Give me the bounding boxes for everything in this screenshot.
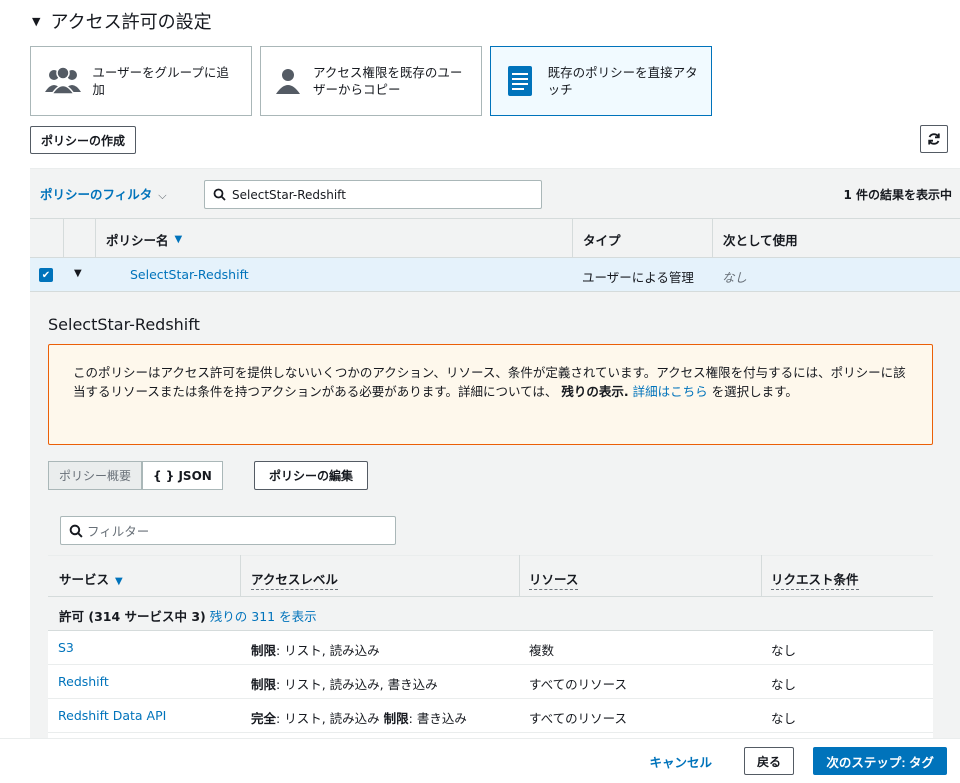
document-icon [503,61,538,101]
col-service[interactable]: サービス ▼ [59,569,123,588]
tab-policy-summary[interactable]: ポリシー概要 [48,461,143,490]
section-title: アクセス許可の設定 [50,12,212,33]
summary-header: サービス ▼ アクセスレベル リソース リクエスト条件 [48,555,933,597]
learn-more-link[interactable]: 詳細はこちら [633,384,708,399]
edit-policy-button[interactable]: ポリシーの編集 [254,461,369,490]
search-value: SelectStar-Redshift [232,187,346,202]
filter-label: ポリシーのフィルタ [40,187,153,202]
policy-detail-panel: SelectStar-Redshift このポリシーはアクセス許可を提供しないい… [30,292,960,738]
policy-filter-dropdown[interactable]: ポリシーのフィルタ ⌵ [40,184,167,203]
col-condition[interactable]: リクエスト条件 [771,569,859,590]
option-copy-permissions[interactable]: アクセス権限を既存のユーザーからコピー [260,46,482,116]
next-step-button[interactable]: 次のステップ: タグ [813,747,947,775]
option-attach-policies[interactable]: 既存のポリシーを直接アタッチ [490,46,712,116]
policy-used-as: なし [722,270,748,285]
policy-search-input[interactable]: SelectStar-Redshift [204,180,542,209]
access-level-bold: 完全 [251,711,277,726]
column-divider [761,555,762,597]
sort-down-icon: ▼ [174,233,183,245]
summary-toolbar: フィルター [48,505,933,555]
access-level-text: : 書き込み [408,711,467,726]
option-label: 既存のポリシーを直接アタッチ [547,65,698,97]
show-remaining-link[interactable]: 残りの 311 を表示 [210,609,317,624]
allowed-label: 許可 (314 サービス中 3) [59,609,206,624]
group-icon [43,61,82,101]
access-level-text: : リスト, 読み込み, 書き込み [276,677,438,692]
table-row: S3 制限: リスト, 読み込み 複数 なし [48,631,933,665]
col-label: サービス [59,572,110,587]
refresh-icon [928,133,940,145]
access-level: 制限: リスト, 読み込み, 書き込み [251,674,438,693]
col-label: 次として使用 [723,232,798,248]
access-level: 制限: リスト, 読み込み [251,640,380,659]
col-policy-name[interactable]: ポリシー名 ▼ [95,219,572,259]
policy-summary-table: フィルター サービス ▼ アクセスレベル リソース リクエスト条件 許可 (314… [48,505,933,738]
resource: すべてのリソース [529,711,628,726]
chevron-down-icon: ⌵ [158,189,167,202]
summary-filter-input[interactable]: フィルター [60,516,396,545]
row-checkbox[interactable]: ✔ [39,268,53,282]
condition: なし [771,711,797,726]
caret-down-icon: ▼ [32,14,41,28]
filter-bar: ポリシーのフィルタ ⌵ SelectStar-Redshift 1 件の結果を表示… [30,168,960,218]
refresh-button[interactable] [920,125,948,153]
policy-name-link[interactable]: SelectStar-Redshift [130,267,249,282]
condition: なし [771,643,797,658]
table-row: Redshift 制限: リスト, 読み込み, 書き込み すべてのリソース なし [48,665,933,699]
search-icon [69,524,83,538]
column-divider [240,555,241,597]
col-label: ポリシー名 [106,232,169,248]
allowed-group-row: 許可 (314 サービス中 3) 残りの 311 を表示 [48,597,933,631]
col-type[interactable]: タイプ [572,219,712,259]
tab-json[interactable]: { } JSON [142,461,223,490]
table-row[interactable]: ✔ ▼ SelectStar-Redshift ユーザーによる管理 なし [30,258,960,292]
access-level-bold: 制限 [251,677,277,692]
access-level-bold: 制限 [383,711,409,726]
permission-options: ユーザーをグループに追加 アクセス権限を既存のユーザーからコピー 既存のポリシー… [30,46,712,116]
option-label: アクセス権限を既存のユーザーからコピー [313,65,463,97]
search-icon [213,188,226,201]
col-access-level[interactable]: アクセスレベル [251,569,338,590]
create-policy-button[interactable]: ポリシーの作成 [30,126,137,154]
col-label: タイプ [583,232,621,248]
resource: 複数 [529,643,555,658]
access-level: 完全: リスト, 読み込み 制限: 書き込み [251,708,467,727]
policy-table-header: ポリシー名 ▼ タイプ 次として使用 [30,218,960,259]
wizard-footer: キャンセル 戻る 次のステップ: タグ [0,738,960,783]
access-level-bold: 制限 [251,643,277,658]
warning-alert: このポリシーはアクセス許可を提供しないいくつかのアクション、リソース、条件が定義… [48,344,933,445]
back-button[interactable]: 戻る [743,747,794,775]
access-level-text: : リスト, 読み込み [276,711,384,726]
result-count: 1 件の結果を表示中 [843,188,952,202]
column-divider [519,555,520,597]
sort-down-icon: ▼ [115,576,123,587]
detail-title: SelectStar-Redshift [48,315,200,334]
warning-bold: 残りの表示. [561,384,629,399]
filter-placeholder: フィルター [87,524,150,539]
section-header[interactable]: ▼ アクセス許可の設定 [32,8,212,34]
table-row: Redshift Data API 完全: リスト, 読み込み 制限: 書き込み… [48,699,933,733]
cancel-button[interactable]: キャンセル [649,752,712,771]
expand-col [63,219,95,259]
col-label: リクエスト条件 [771,572,859,590]
col-used-as[interactable]: 次として使用 [712,219,960,259]
condition: なし [771,677,797,692]
warning-tail: を選択します。 [707,384,798,399]
option-add-to-group[interactable]: ユーザーをグループに追加 [30,46,252,116]
col-label: リソース [529,572,579,590]
caret-down-icon[interactable]: ▼ [74,268,82,279]
access-level-text: : リスト, 読み込み [276,643,380,658]
service-link[interactable]: S3 [58,640,74,655]
resource: すべてのリソース [529,677,628,692]
user-icon [273,61,303,101]
col-resource[interactable]: リソース [529,569,579,590]
col-label: アクセスレベル [251,572,338,590]
view-toggle: ポリシー概要 { } JSON [48,461,223,490]
service-link[interactable]: Redshift Data API [58,708,166,723]
option-label: ユーザーをグループに追加 [92,65,229,97]
policy-type: ユーザーによる管理 [582,270,694,285]
service-link[interactable]: Redshift [58,674,109,689]
